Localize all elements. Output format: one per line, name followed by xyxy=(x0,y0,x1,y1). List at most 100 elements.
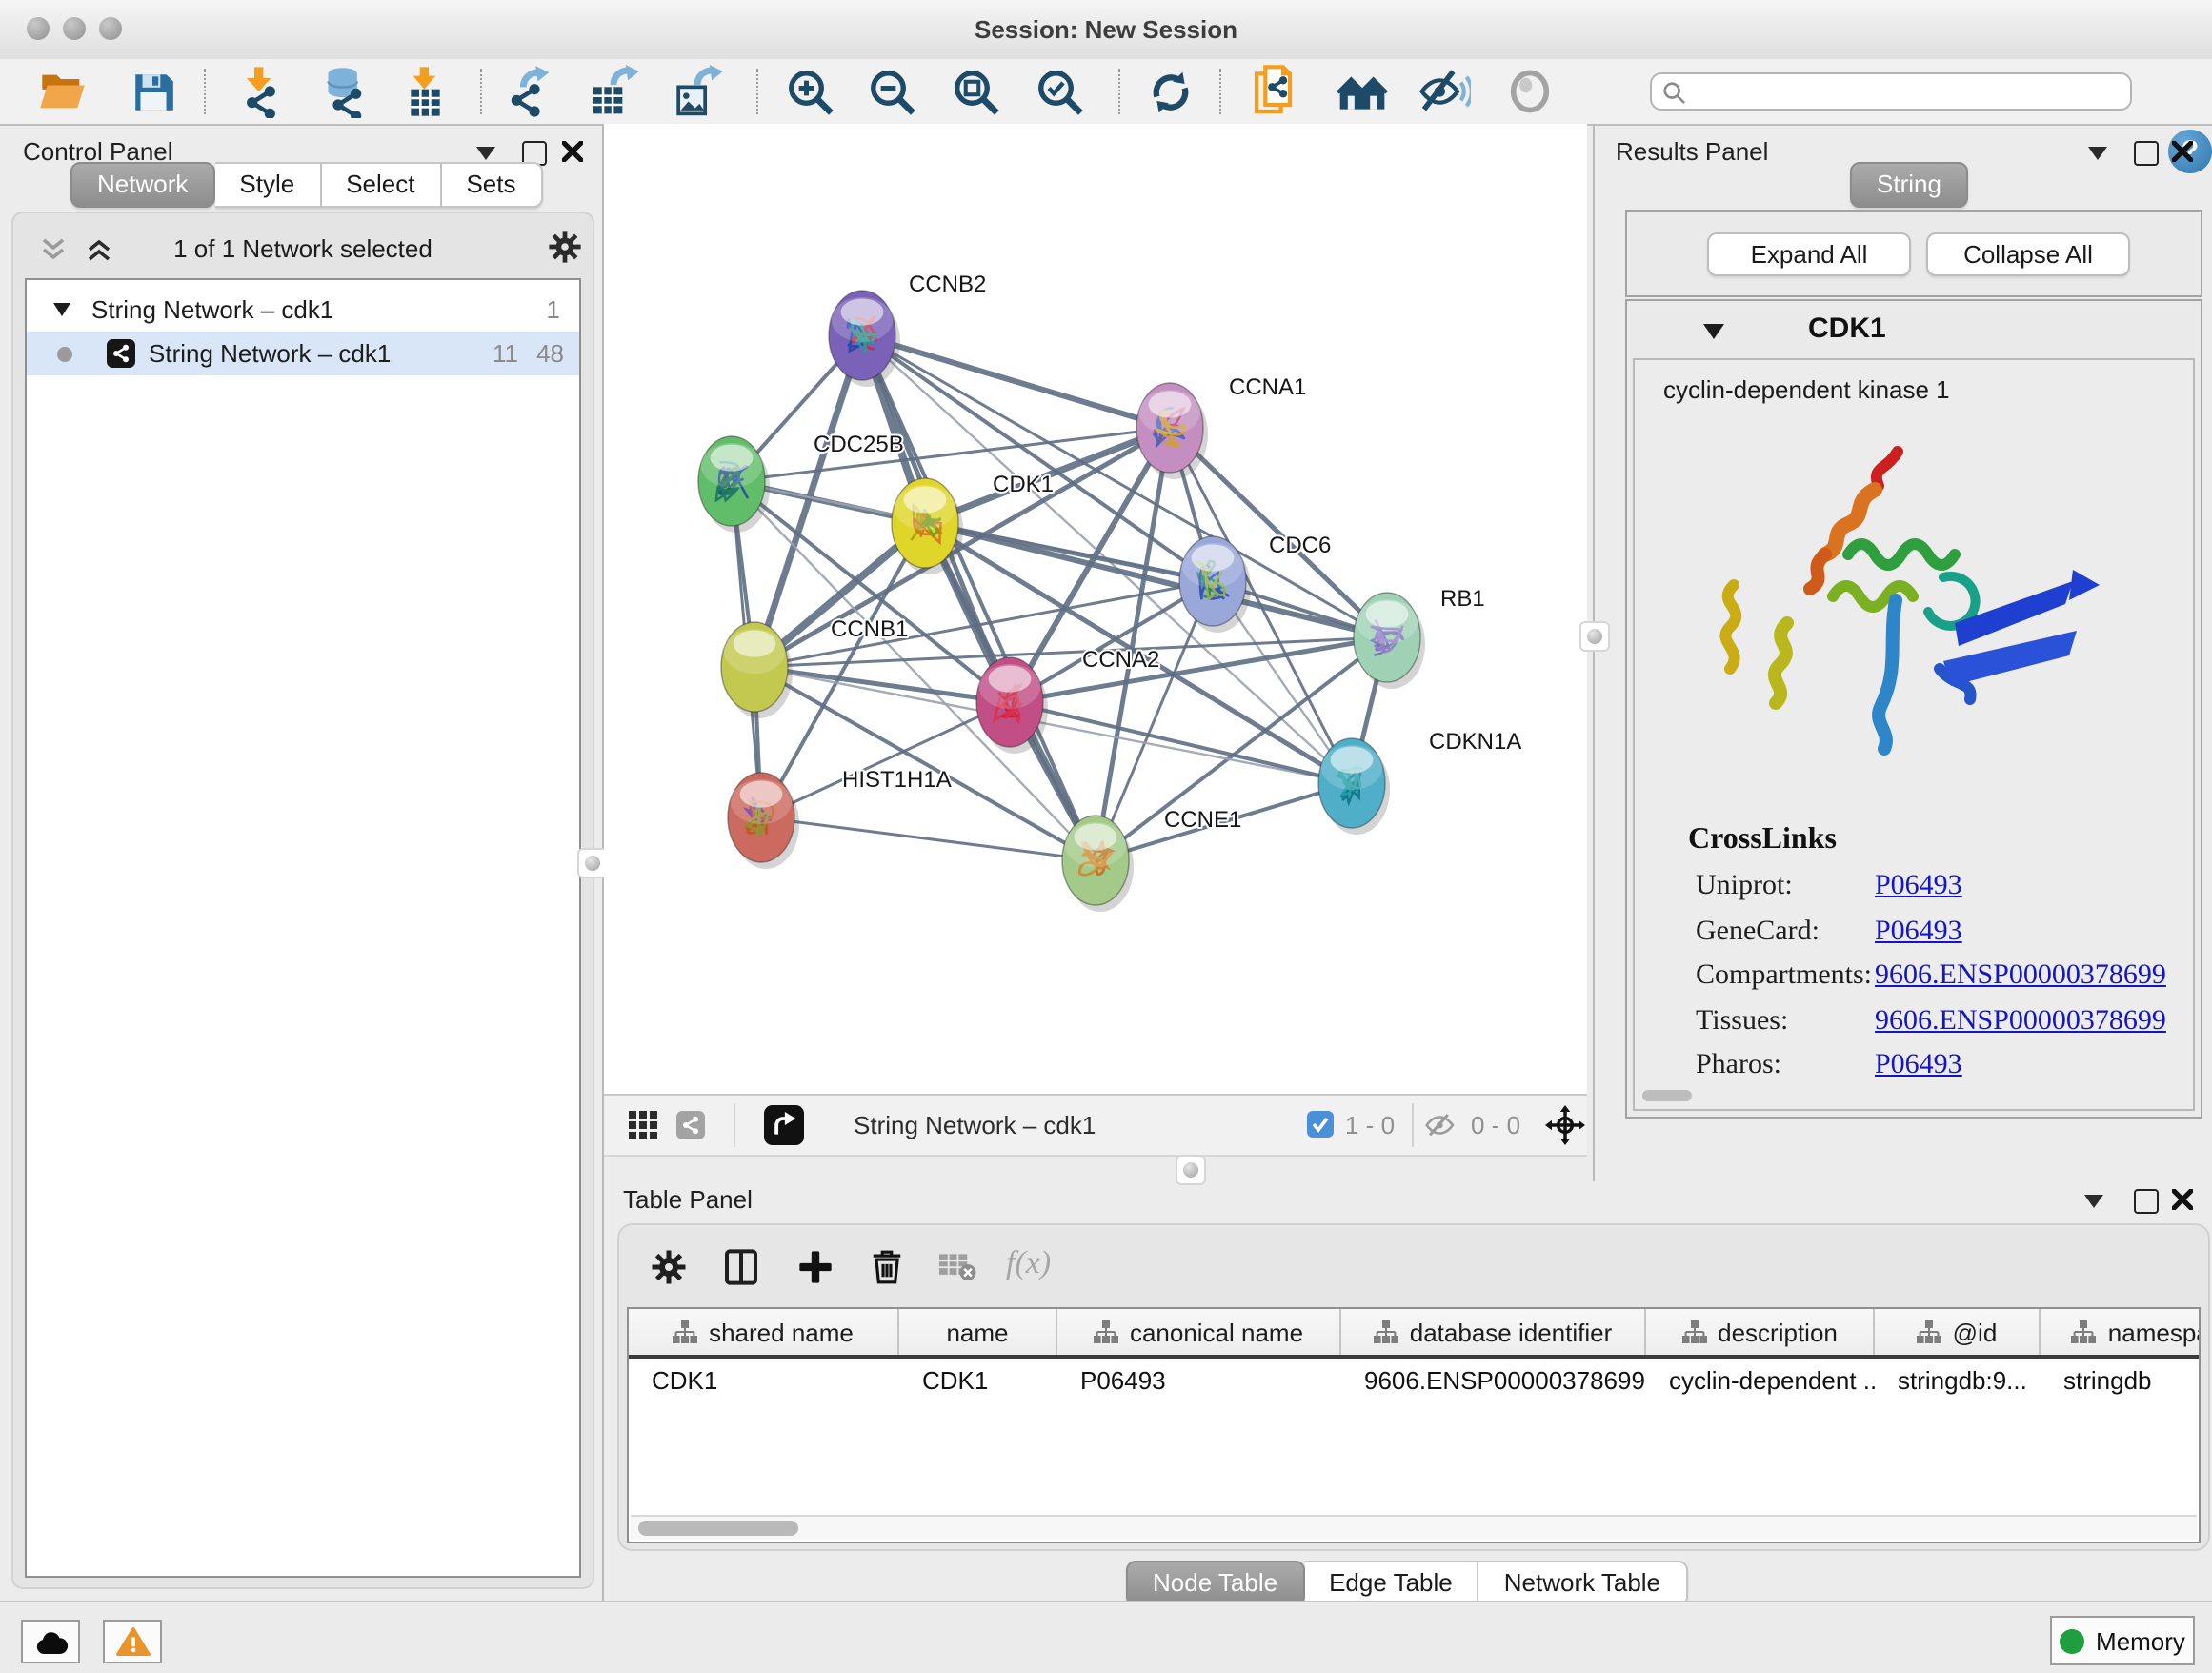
table-cell[interactable]: stringdb:9... xyxy=(1875,1359,2041,1402)
tab-edge-table[interactable]: Edge Table xyxy=(1304,1561,1479,1606)
table-panel-close-button[interactable] xyxy=(2172,1189,2193,1210)
column-header--id[interactable]: @id xyxy=(1875,1309,2041,1355)
results-panel-float-button[interactable] xyxy=(2134,141,2159,166)
birds-eye-view-icon[interactable] xyxy=(764,1105,804,1145)
collapse-all-button[interactable]: Collapse All xyxy=(1926,232,2130,276)
network-edge-HIST1H1A-CCNE1[interactable] xyxy=(761,817,1096,860)
network-share-gray-icon[interactable] xyxy=(676,1111,705,1139)
group-nodes-button[interactable] xyxy=(1332,65,1393,118)
table-cell[interactable]: stringdb xyxy=(2041,1359,2201,1402)
expand-all-button[interactable]: Expand All xyxy=(1707,232,1911,276)
save-session-button[interactable] xyxy=(122,65,183,118)
network-node-CCNB1[interactable] xyxy=(721,622,793,718)
crosslink-link[interactable]: P06493 xyxy=(1875,916,1962,948)
table-cell[interactable]: 9606.ENSP00000378699 xyxy=(1341,1359,1646,1402)
network-share-icon xyxy=(107,339,135,368)
import-network-button[interactable] xyxy=(231,65,292,118)
table-cell[interactable]: CDK1 xyxy=(899,1359,1057,1402)
node-label-CDC6: CDC6 xyxy=(1269,533,1331,558)
search-input[interactable] xyxy=(1650,72,2132,111)
hidden-eye-icon[interactable] xyxy=(1425,1113,1458,1138)
titlebar: Session: New Session xyxy=(0,0,2212,61)
crosslink-link[interactable]: P06493 xyxy=(1875,871,1962,903)
network-node-CCNB2[interactable] xyxy=(829,291,900,387)
tab-network-table[interactable]: Network Table xyxy=(1479,1561,1687,1606)
zoom-selected-button[interactable] xyxy=(1029,65,1090,118)
column-header-name[interactable]: name xyxy=(899,1309,1057,1355)
results-panel-close-button[interactable] xyxy=(2172,141,2193,162)
control-panel-collapse-icon[interactable] xyxy=(476,147,495,160)
network-tab-content: 1 of 1 Network selected String Network –… xyxy=(11,212,594,1589)
network-edge-CCNB2-CCNA1[interactable] xyxy=(862,335,1170,428)
column-header-description[interactable]: description xyxy=(1646,1309,1875,1355)
network-edge-CCNA2-CDKN1A[interactable] xyxy=(1010,702,1352,783)
results-hscrollbar-thumb[interactable] xyxy=(1642,1090,1692,1101)
crosslink-link[interactable]: 9606.ENSP00000378699 xyxy=(1875,1005,2166,1038)
zoom-fit-button[interactable] xyxy=(945,65,1006,118)
column-header-shared-name[interactable]: shared name xyxy=(629,1309,899,1355)
tab-select[interactable]: Select xyxy=(321,162,441,208)
crosslink-link[interactable]: P06493 xyxy=(1875,1050,1962,1082)
network-tree-item-row[interactable]: String Network – cdk1 11 48 xyxy=(27,332,579,375)
memory-button[interactable]: Memory xyxy=(2050,1616,2195,1665)
network-node-HIST1H1A[interactable] xyxy=(728,773,799,869)
show-columns-icon[interactable] xyxy=(722,1248,760,1286)
network-node-CCNA2[interactable] xyxy=(976,657,1048,754)
table-row[interactable]: CDK1CDK1P064939606.ENSP00000378699cyclin… xyxy=(629,1359,2199,1402)
tab-network[interactable]: Network xyxy=(70,162,214,208)
zoom-in-button[interactable] xyxy=(779,65,840,118)
table-hscrollbar-thumb[interactable] xyxy=(638,1521,798,1536)
import-network-from-database-button[interactable] xyxy=(314,65,375,118)
column-header-database-identifier[interactable]: database identifier xyxy=(1341,1309,1646,1355)
warnings-button[interactable] xyxy=(103,1620,162,1663)
grid-view-icon[interactable] xyxy=(629,1111,657,1139)
network-node-RB1[interactable] xyxy=(1354,593,1425,689)
column-header-canonical-name[interactable]: canonical name xyxy=(1057,1309,1341,1355)
protein-structure-image xyxy=(1699,436,2109,789)
new-network-from-selection-button[interactable] xyxy=(1246,65,1307,118)
crosslink-link[interactable]: 9606.ENSP00000378699 xyxy=(1875,960,2166,993)
right-splitter[interactable] xyxy=(1593,124,1595,1181)
separator xyxy=(734,1103,735,1147)
delete-column-trash-icon[interactable] xyxy=(869,1248,905,1286)
export-network-button[interactable] xyxy=(497,65,558,118)
zoom-out-button[interactable] xyxy=(861,65,922,118)
hide-selected-button[interactable] xyxy=(1414,65,1475,118)
open-session-button[interactable] xyxy=(32,65,93,118)
selected-checkbox-icon[interactable] xyxy=(1307,1111,1334,1138)
table-hscrollbar[interactable] xyxy=(631,1515,2197,1540)
tab-string[interactable]: String xyxy=(1850,162,1968,208)
tab-sets[interactable]: Sets xyxy=(441,162,542,208)
refresh-button[interactable] xyxy=(1139,65,1200,118)
table-cell[interactable]: P06493 xyxy=(1057,1359,1341,1402)
import-table-button[interactable] xyxy=(398,65,459,118)
export-table-button[interactable] xyxy=(583,65,644,118)
tab-node-table[interactable]: Node Table xyxy=(1126,1561,1304,1606)
table-cell[interactable]: CDK1 xyxy=(629,1359,899,1402)
network-node-CDKN1A[interactable] xyxy=(1318,738,1390,835)
tree-expander-icon[interactable] xyxy=(53,303,70,316)
search-icon xyxy=(1661,80,1686,105)
network-node-CDC6[interactable] xyxy=(1179,536,1251,633)
table-panel-float-button[interactable] xyxy=(2134,1189,2159,1214)
network-tree-root-row[interactable]: String Network – cdk1 1 xyxy=(27,288,579,332)
control-panel-close-button[interactable] xyxy=(562,141,583,162)
network-canvas[interactable]: CCNB2CCNA1CDC25BCDK1CDC6RB1CCNB1CCNA2CDK… xyxy=(604,124,1587,1094)
column-header-namespace[interactable]: namespace xyxy=(2041,1309,2201,1355)
table-settings-gear-icon[interactable] xyxy=(650,1248,688,1286)
table-cell[interactable]: cyclin-dependent ... xyxy=(1646,1359,1875,1402)
gear-icon[interactable] xyxy=(547,229,583,265)
tab-style[interactable]: Style xyxy=(214,162,321,208)
crosslink-label: Uniprot: xyxy=(1696,871,1793,903)
export-image-button[interactable] xyxy=(667,65,728,118)
network-edge-CCNA2-HIST1H1A[interactable] xyxy=(761,702,1010,817)
network-node-CCNE1[interactable] xyxy=(1062,816,1134,912)
results-panel-collapse-icon[interactable] xyxy=(2088,147,2107,160)
table-panel-collapse-icon[interactable] xyxy=(2084,1195,2103,1208)
fit-content-crosshair-icon[interactable] xyxy=(1545,1105,1585,1145)
show-hidden-button[interactable] xyxy=(1499,65,1560,118)
gene-section-collapse-icon[interactable] xyxy=(1703,324,1724,339)
cloud-button[interactable] xyxy=(21,1620,80,1663)
zoom-fit-icon xyxy=(950,66,1001,117)
add-column-icon[interactable] xyxy=(796,1248,835,1286)
